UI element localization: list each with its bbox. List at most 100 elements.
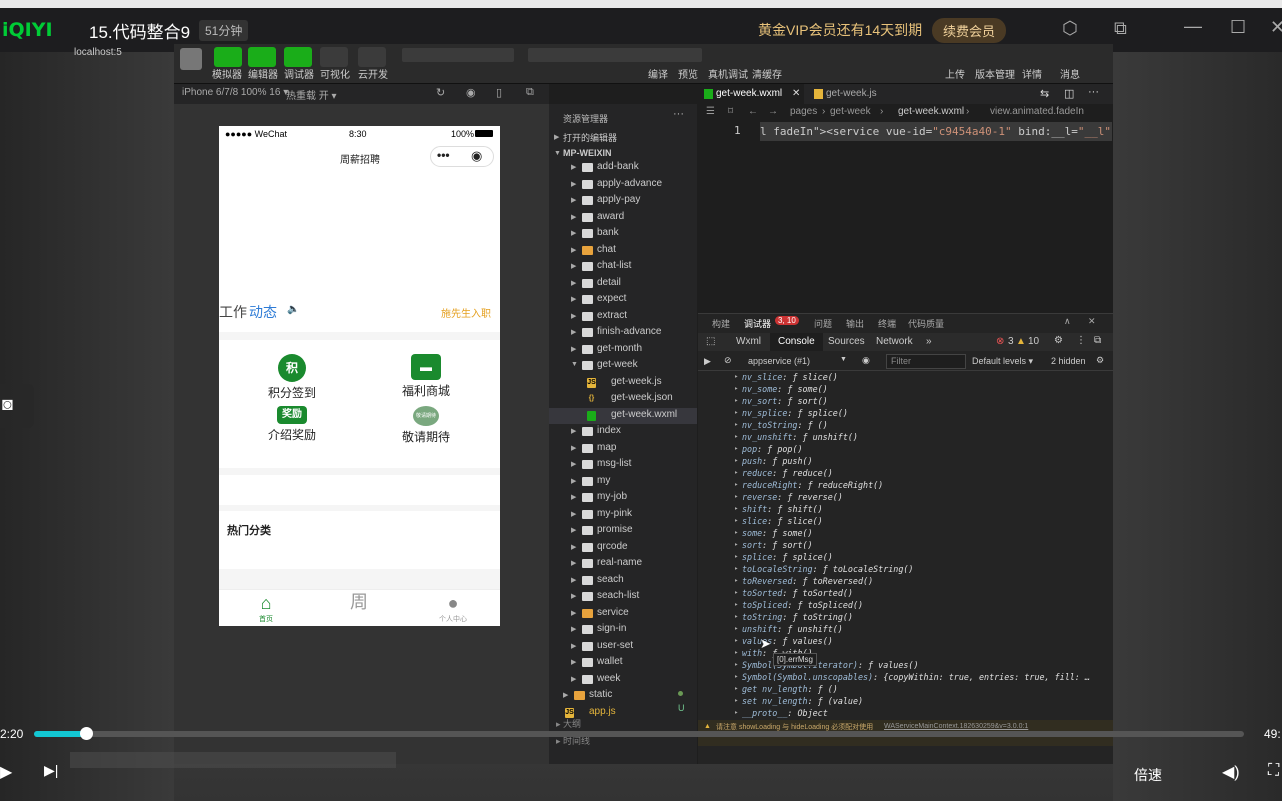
console-line[interactable]: ▶ nv_unshift: ƒ unshift() [735,431,1095,443]
tree-item[interactable]: ▶ finish-advance [549,325,697,341]
expand-icon[interactable]: ▶ [735,479,738,491]
eye-icon[interactable]: ◉ [862,355,870,366]
tree-item[interactable]: ▶ apply-advance [549,177,697,193]
tab-week[interactable]: 周 · [329,592,389,621]
editor-more-icon[interactable]: ··· [1088,86,1099,98]
console-line[interactable]: ▶ nv_splice: ƒ splice() [735,407,1095,419]
sidebar-toggle-icon[interactable]: ▶ [704,356,711,367]
console-line[interactable]: ▶ toLocaleString: ƒ toLocaleString() [735,563,1095,575]
tree-item[interactable]: JS app.js [549,705,697,721]
explorer-more-icon[interactable]: ··· [673,108,684,120]
console-line[interactable]: ▶ splice: ƒ splice() [735,551,1095,563]
messages-button[interactable]: 消息 [1060,66,1080,81]
more-tabs[interactable]: » [926,336,932,347]
expand-icon[interactable]: ▶ [735,455,738,467]
console-line[interactable]: ▶ slice: ƒ slice() [735,515,1095,527]
news-item[interactable]: 施先生入职 [441,305,491,320]
device-select[interactable]: iPhone 6/7/8 100% 16 ▾ [182,87,288,98]
console-line[interactable]: ▶ toString: ƒ toString() [735,611,1095,623]
tree-item[interactable]: ▶ award [549,210,697,226]
kebab-icon[interactable]: ⋮ [1076,335,1086,346]
close-mini-icon[interactable]: ◉ [471,148,482,164]
tab-problems[interactable]: 问题 [814,317,832,330]
console-line[interactable]: ▶ Symbol(Symbol.unscopables): {copyWithin… [735,671,1095,683]
fullscreen-icon[interactable]: ⛶ [1268,762,1279,780]
expand-icon[interactable]: ▶ [735,707,738,719]
tree-item[interactable]: ▶ chat-list [549,259,697,275]
console-line[interactable]: ▶ toReversed: ƒ toReversed() [735,575,1095,587]
expand-icon[interactable]: ▶ [735,611,738,623]
tab-code-quality[interactable]: 代码质量 [908,317,944,330]
console-line[interactable]: ▶ values: ƒ values() [735,635,1095,647]
popout-icon[interactable]: ⧉ [526,86,534,99]
tab-sources[interactable]: Sources [828,336,865,347]
breadcrumb-folder[interactable]: get-week [830,106,871,117]
url-bar[interactable]: localhost:5 [74,47,122,58]
expand-icon[interactable]: ▶ [735,623,738,635]
breadcrumb-pages[interactable]: pages [790,106,817,117]
tree-item[interactable]: ▶ get-month [549,342,697,358]
tree-item[interactable]: ▶ map [549,441,697,457]
console-line[interactable]: ▶ nv_some: ƒ some() [735,383,1095,395]
console-line[interactable]: ▶ unshift: ƒ unshift() [735,623,1095,635]
clear-cache-button[interactable]: 清缓存 [752,66,782,81]
expand-icon[interactable]: ▶ [735,587,738,599]
console-line[interactable]: ▶ toSpliced: ƒ toSpliced() [735,599,1095,611]
inspect-icon[interactable]: ⬚ [706,336,715,347]
list-icon[interactable]: ☰ [706,106,715,117]
panel-close-icon[interactable]: ✕ [1088,316,1096,327]
editor-toggle-icon[interactable] [248,47,276,67]
expand-icon[interactable]: ▶ [735,539,738,551]
expand-icon[interactable]: ▶ [735,491,738,503]
expand-icon[interactable]: ▶ [735,551,738,563]
more-icon[interactable]: ••• [437,148,450,162]
tab-profile[interactable]: ● 个人中心 [423,592,483,624]
version-button[interactable]: 版本管理 [975,66,1015,81]
tree-item[interactable]: ▶ qrcode [549,540,697,556]
console-line[interactable]: ▶ shift: ƒ shift() [735,503,1095,515]
expand-icon[interactable]: ▶ [735,527,738,539]
settings-hex-icon[interactable]: ⬡ [1062,18,1078,39]
expand-icon[interactable]: ▶ [735,659,738,671]
upload-button[interactable]: 上传 [945,66,965,81]
expand-icon[interactable]: ▶ [735,371,738,383]
clear-console-icon[interactable]: ⊘ [724,355,732,366]
screenshot-button[interactable]: ◙ [0,384,34,428]
expand-icon[interactable]: ▶ [735,395,738,407]
expand-icon[interactable]: ▶ [735,683,738,695]
compile-button[interactable]: 编译 [648,66,668,81]
speed-button[interactable]: 倍速 [1134,765,1162,785]
tab-home[interactable]: ⌂ 首页 [236,592,296,624]
console-line[interactable]: ▶ nv_sort: ƒ sort() [735,395,1095,407]
tab-output[interactable]: 输出 [846,317,864,330]
tree-item[interactable]: ▶ sign-in [549,622,697,638]
expand-icon[interactable]: ▶ [735,563,738,575]
forward-icon[interactable]: → [768,106,778,117]
console-line[interactable]: ▶ reduce: ƒ reduce() [735,467,1095,479]
tree-item[interactable]: ▶ my-pink [549,507,697,523]
console-line[interactable]: ▶ set nv_length: ƒ (value) [735,695,1095,707]
expand-icon[interactable]: ▶ [735,671,738,683]
tree-item[interactable]: ▶ detail [549,276,697,292]
console-line[interactable]: ▶ nv_slice: ƒ slice() [735,371,1095,383]
console-settings-icon[interactable]: ⚙ [1096,355,1104,366]
expand-icon[interactable]: ▶ [735,695,738,707]
expand-icon[interactable]: ▶ [735,419,738,431]
grid-item-sign-in[interactable]: 积 积分签到 [247,354,337,401]
tree-item[interactable]: ▶ seach-list [549,589,697,605]
refresh-icon[interactable]: ↻ [436,86,445,99]
progress-bar[interactable] [34,731,1244,737]
tree-item[interactable]: ▶ msg-list [549,457,697,473]
expand-icon[interactable]: ▶ [735,407,738,419]
console-line[interactable]: ▶ toSorted: ƒ toSorted() [735,587,1095,599]
tab-debugger[interactable]: 调试器 [744,317,771,330]
tree-item[interactable]: ▶ expect [549,292,697,308]
next-icon[interactable]: ▶| [44,762,58,779]
expand-icon[interactable]: ▶ [735,635,738,647]
expand-icon[interactable]: ▶ [735,443,738,455]
hot-reload-select[interactable]: 热重载 开 ▾ [286,87,337,102]
levels-select[interactable]: Default levels ▾ [972,356,1033,367]
tree-item[interactable]: {} get-week.json [549,391,697,407]
console-line[interactable]: ▶ get nv_length: ƒ () [735,683,1095,695]
console-line[interactable]: ▶ __proto__: Object [735,707,1095,719]
